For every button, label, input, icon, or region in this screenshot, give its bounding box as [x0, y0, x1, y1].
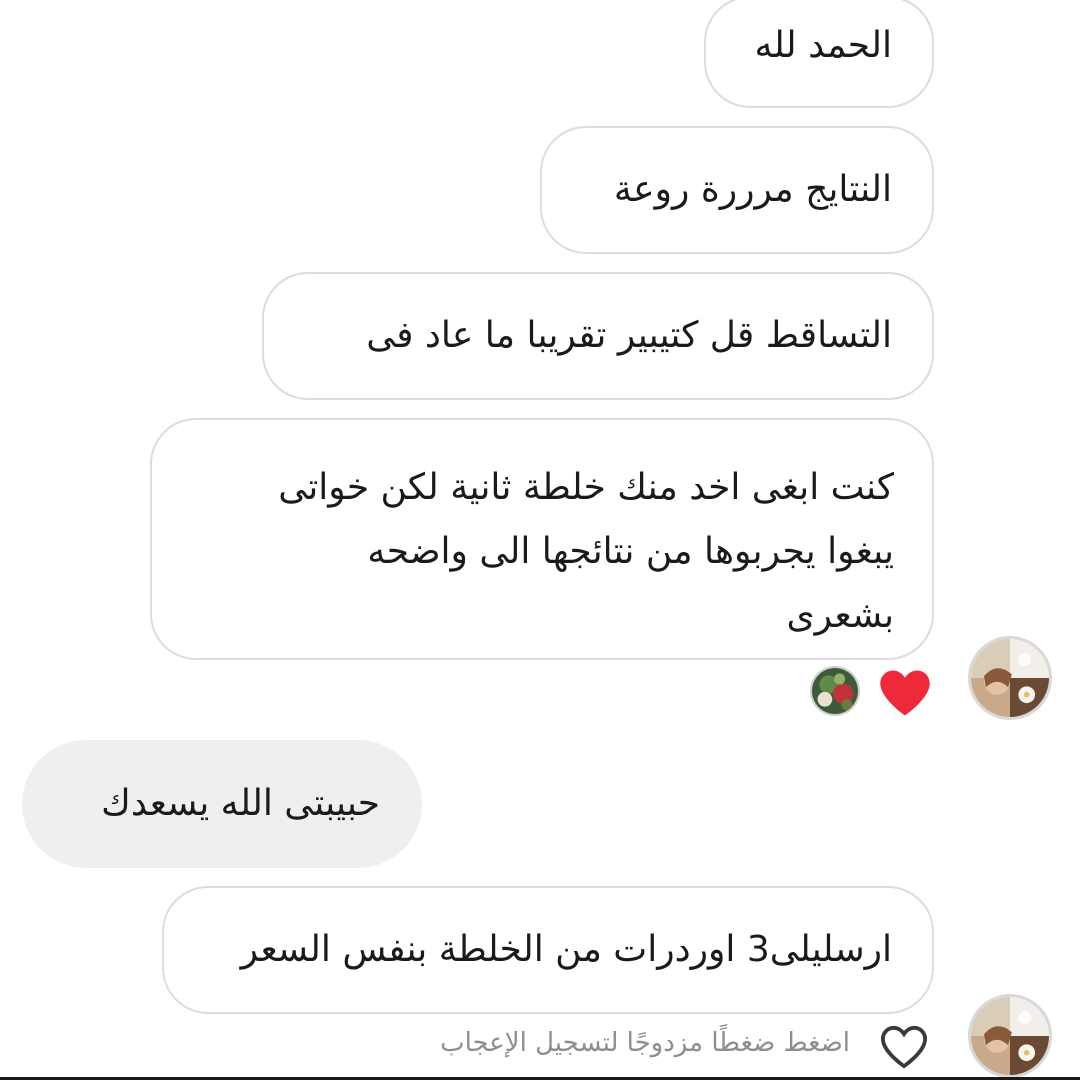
- reactor-avatar[interactable]: [810, 666, 860, 716]
- message-bubble[interactable]: ارسليلى3 اوردرات من الخلطة بنفس السعر: [162, 886, 934, 1014]
- reaction-heart[interactable]: [878, 668, 932, 718]
- message-bubble[interactable]: الحمد لله: [704, 0, 934, 108]
- contact-avatar[interactable]: [968, 636, 1052, 720]
- message-text: الحمد لله: [754, 25, 892, 66]
- contact-avatar[interactable]: [968, 994, 1052, 1078]
- like-button[interactable]: [878, 1024, 930, 1070]
- message-bubble-outgoing[interactable]: حبيبتى الله يسعدك: [22, 740, 422, 868]
- message-bubble[interactable]: كنت ابغى اخد منك خلطة ثانية لكن خواتى يب…: [150, 418, 934, 660]
- message-bubble[interactable]: التساقط قل كتيبير تقريبا ما عاد فى: [262, 272, 934, 400]
- chat-screen: الحمد لله النتايج مرررة روعة التساقط قل …: [0, 0, 1080, 1080]
- message-text: النتايج مرررة روعة: [613, 169, 892, 210]
- red-heart-icon: [880, 670, 930, 716]
- double-tap-like-hint: اضغط ضغطًا مزدوجًا لتسجيل الإعجاب: [440, 1028, 850, 1058]
- heart-outline-icon: [880, 1025, 928, 1069]
- reactor-avatar-icon: [812, 668, 858, 714]
- message-text: حبيبتى الله يسعدك: [101, 783, 380, 824]
- message-text: كنت ابغى اخد منك خلطة ثانية لكن خواتى يب…: [278, 467, 894, 636]
- message-text: التساقط قل كتيبير تقريبا ما عاد فى: [366, 315, 892, 356]
- message-bubble[interactable]: النتايج مرررة روعة: [540, 126, 934, 254]
- contact-avatar-icon: [971, 997, 1049, 1075]
- message-text: ارسليلى3 اوردرات من الخلطة بنفس السعر: [240, 929, 892, 970]
- contact-avatar-icon: [971, 639, 1049, 717]
